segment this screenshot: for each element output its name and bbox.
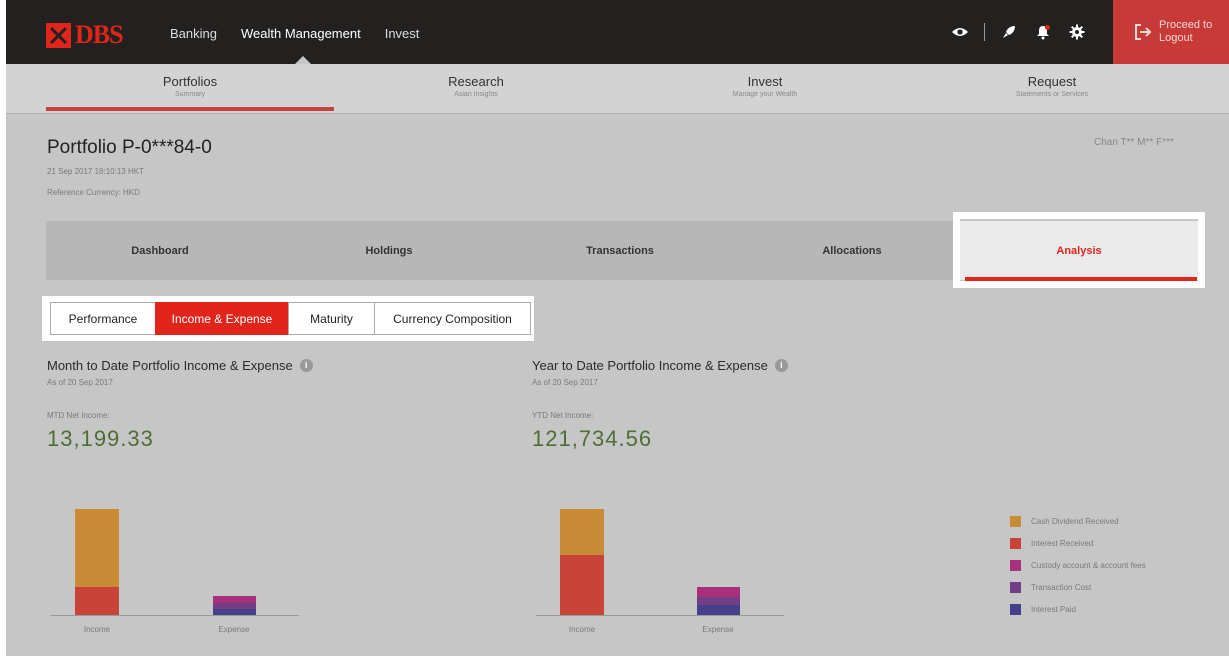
top-nav-wealth-management[interactable]: Wealth Management	[241, 26, 361, 41]
legend-swatch	[1010, 581, 1021, 593]
mtd-net-income-value: 13,199.33	[47, 426, 154, 451]
ytd-as-of: As of 20 Sep 2017	[532, 378, 598, 387]
logout-label-line2: Logout	[1159, 32, 1193, 44]
tab-holdings[interactable]: Holdings	[274, 221, 504, 280]
mtd-as-of: As of 20 Sep 2017	[47, 378, 113, 387]
divider	[984, 23, 985, 41]
legend-swatch	[1010, 603, 1021, 615]
legend-item: Transaction Cost	[1010, 581, 1146, 593]
top-bar: DBS Banking Wealth Management Invest Pro…	[6, 0, 1229, 64]
analysis-subtabs: Performance Income & Expense Maturity Cu…	[42, 296, 534, 341]
legend-item: Custody account & account fees	[1010, 559, 1146, 571]
top-icons	[950, 22, 1101, 42]
legend-label: Interest Received	[1031, 538, 1094, 548]
mtd-net-income-label: MTD Net Income:	[47, 411, 110, 420]
logo-text: DBS	[75, 20, 124, 49]
info-icon[interactable]: i	[774, 359, 788, 372]
info-icon[interactable]: i	[299, 359, 313, 372]
logout-icon	[1135, 24, 1152, 40]
gear-icon[interactable]	[1067, 22, 1087, 42]
tab-dashboard[interactable]: Dashboard	[46, 221, 274, 280]
main-nav-research[interactable]: Research Asian Insights	[416, 74, 536, 98]
legend-swatch	[1010, 559, 1021, 571]
ytd-net-income-label: YTD Net Income:	[532, 411, 594, 420]
legend-item: Interest Received	[1010, 537, 1146, 549]
user-name: Chan T** M** F***	[1094, 137, 1174, 148]
legend-label: Custody account & account fees	[1031, 560, 1146, 570]
ytd-expense-interest-paid-bar	[697, 605, 740, 615]
legend-label: Transaction Cost	[1031, 582, 1092, 592]
main-nav-title: Invest	[747, 74, 783, 89]
mtd-section-title: Month to Date Portfolio Income & Expense…	[47, 358, 313, 373]
bell-icon[interactable]	[1033, 22, 1053, 42]
subtab-currency-composition[interactable]: Currency Composition	[374, 302, 531, 335]
tab-active-underline	[965, 277, 1197, 281]
subtab-income-expense[interactable]: Income & Expense	[155, 302, 289, 335]
ytd-title-text: Year to Date Portfolio Income & Expense	[532, 358, 768, 373]
main-nav-title: Research	[448, 74, 504, 89]
ytd-expense-transaction-cost-bar	[697, 597, 740, 605]
ytd-income-cash-dividend-bar	[560, 509, 604, 555]
main-nav-title: Request	[1027, 74, 1077, 89]
mtd-chart-baseline	[51, 615, 299, 616]
logout-button[interactable]: Proceed to Logout	[1113, 0, 1229, 64]
main-nav-title: Portfolios	[162, 74, 218, 89]
ytd-net-income-value: 121,734.56	[532, 426, 653, 451]
top-nav-invest[interactable]: Invest	[385, 26, 420, 41]
app-frame: DBS Banking Wealth Management Invest Pro…	[6, 0, 1229, 656]
chart-legend: Cash Dividend Received Interest Received…	[1010, 515, 1146, 625]
portfolio-datetime: 21 Sep 2017 18:10:13 HKT	[47, 167, 144, 176]
ytd-x-label-income: Income	[568, 625, 596, 634]
main-nav-active-underline	[46, 107, 334, 111]
legend-label: Interest Paid	[1031, 604, 1076, 614]
ytd-chart-baseline	[536, 615, 784, 616]
reference-currency: Reference Currency: HKD	[47, 188, 140, 197]
rocket-icon[interactable]	[999, 22, 1019, 42]
legend-swatch	[1010, 537, 1021, 549]
main-nav-subtitle: Manage your Wealth	[732, 91, 798, 98]
portfolio-title: Portfolio P-0***84-0	[47, 137, 212, 158]
mtd-income-cash-dividend-bar	[75, 509, 119, 587]
subtab-maturity[interactable]: Maturity	[288, 302, 375, 335]
ytd-x-label-expense: Expense	[702, 625, 734, 634]
tab-allocations[interactable]: Allocations	[736, 221, 968, 280]
main-nav-subtitle: Summary	[175, 91, 205, 98]
top-nav: Banking Wealth Management Invest	[170, 26, 443, 41]
main-nav-portfolios[interactable]: Portfolios Summary	[130, 74, 250, 98]
ytd-income-interest-received-bar	[560, 555, 604, 615]
ytd-section-title: Year to Date Portfolio Income & Expense …	[532, 358, 788, 373]
main-nav-request[interactable]: Request Statements or Services	[992, 74, 1112, 98]
mtd-x-label-income: Income	[83, 625, 111, 634]
main-nav-subtitle: Asian Insights	[454, 91, 498, 98]
legend-item: Cash Dividend Received	[1010, 515, 1146, 527]
eye-icon[interactable]	[950, 22, 970, 42]
logout-label-line1: Proceed to	[1159, 19, 1213, 31]
tab-transactions[interactable]: Transactions	[504, 221, 736, 280]
top-nav-banking[interactable]: Banking	[170, 26, 217, 41]
mtd-expense-custody-fees-bar	[213, 596, 256, 603]
legend-item: Interest Paid	[1010, 603, 1146, 615]
main-nav-invest[interactable]: Invest Manage your Wealth	[705, 74, 825, 98]
legend-label: Cash Dividend Received	[1031, 516, 1119, 526]
mtd-x-label-expense: Expense	[218, 625, 250, 634]
mtd-title-text: Month to Date Portfolio Income & Expense	[47, 358, 293, 373]
subtab-performance[interactable]: Performance	[50, 302, 156, 335]
dbs-logo[interactable]: DBS	[46, 20, 124, 50]
ytd-expense-custody-fees-bar	[697, 587, 740, 597]
dbs-logo-icon	[46, 22, 71, 48]
mtd-income-interest-received-bar	[75, 587, 119, 615]
legend-swatch	[1010, 515, 1021, 527]
main-nav-subtitle: Statements or Services	[1015, 91, 1089, 98]
active-nav-caret-icon	[295, 56, 311, 64]
